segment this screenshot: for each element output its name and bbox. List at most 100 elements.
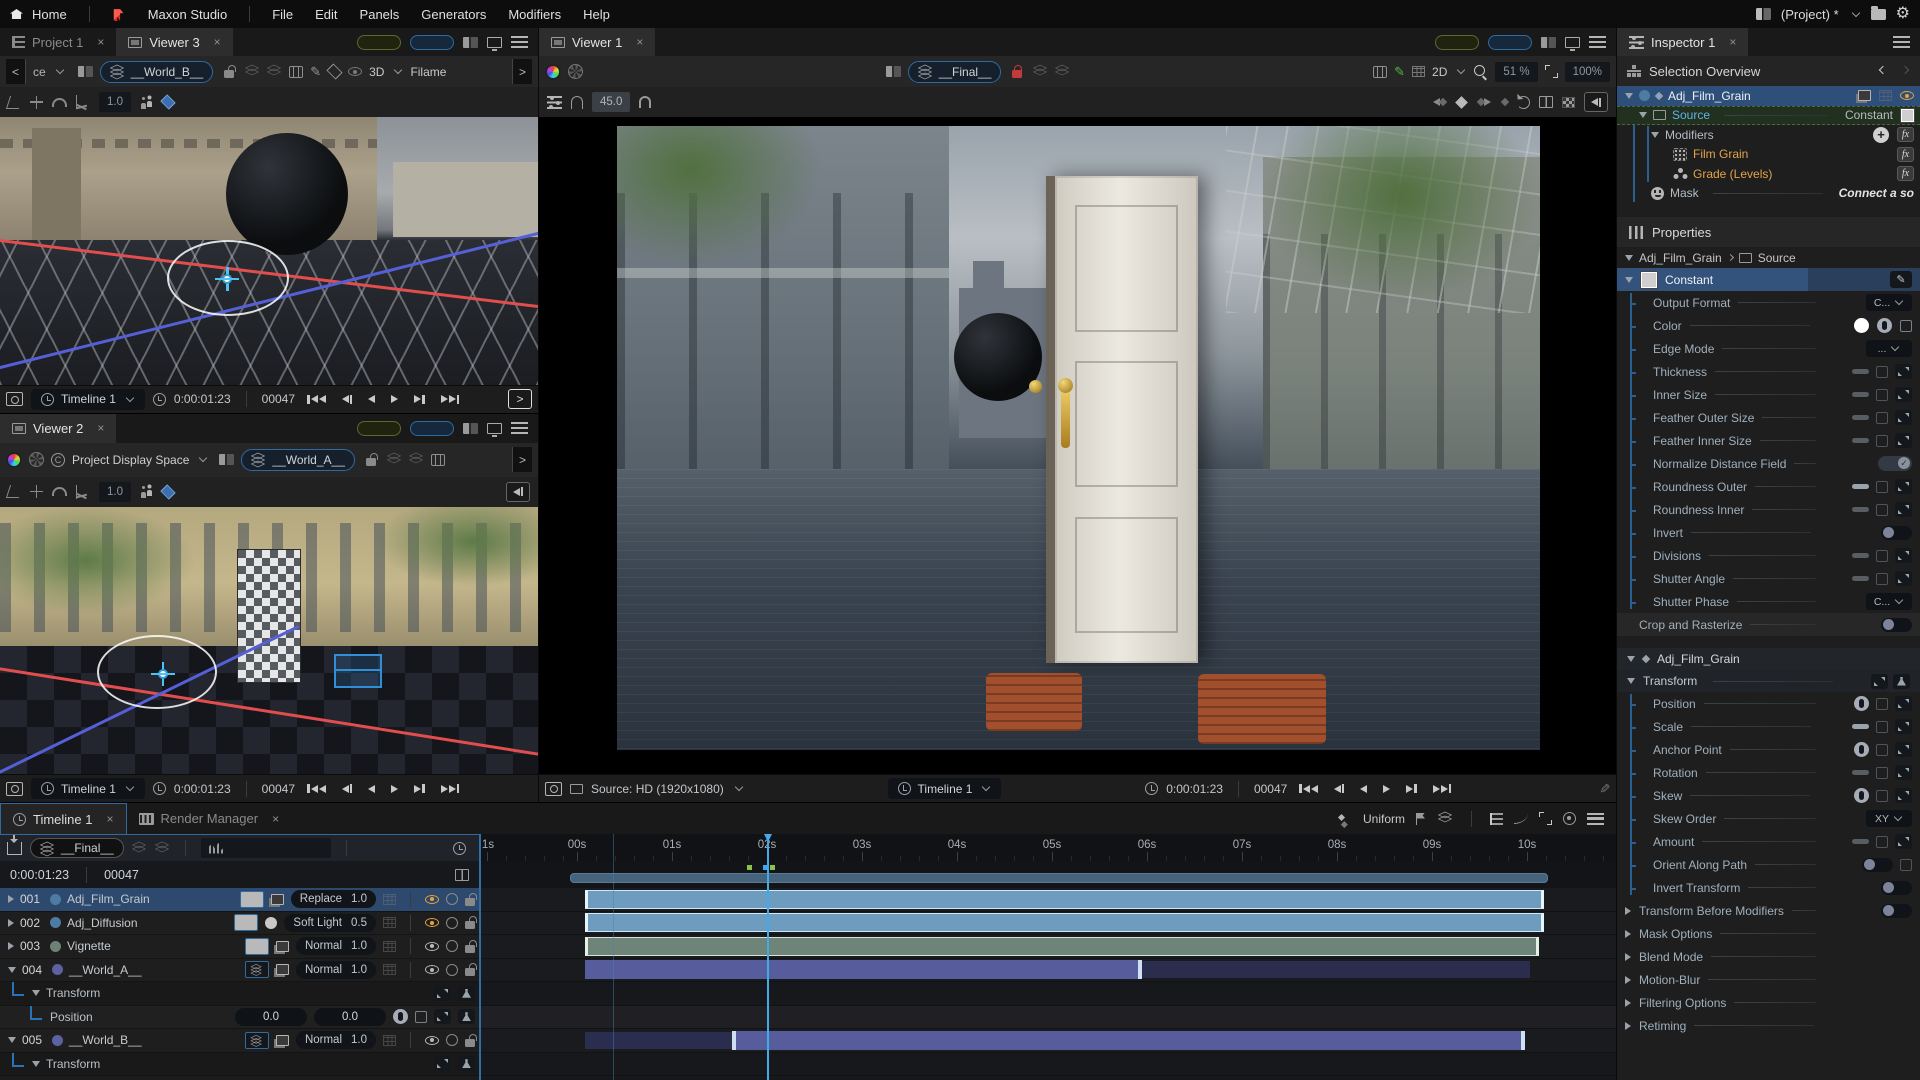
toggle-off[interactable] xyxy=(1881,617,1912,632)
play-backward-button[interactable] xyxy=(368,784,376,793)
add-modifier-button[interactable]: + xyxy=(1873,126,1889,143)
tab-viewer-3[interactable]: Viewer 3 × xyxy=(116,28,233,56)
fit-view-icon[interactable] xyxy=(1544,65,1558,78)
vector-controls[interactable] xyxy=(1854,788,1912,803)
blend-mode-select[interactable]: Normal 1.0 xyxy=(295,937,376,956)
transform-group-row[interactable]: Transform xyxy=(0,1052,479,1076)
reference-person-icon[interactable] xyxy=(140,485,153,498)
keyframe-icon[interactable] xyxy=(1455,95,1468,109)
clip-bar[interactable] xyxy=(584,960,1143,979)
position-widget-icon[interactable] xyxy=(393,1009,408,1025)
panel-menu-icon[interactable] xyxy=(511,36,528,48)
chevron-down-icon[interactable] xyxy=(1851,8,1860,17)
dissolve-icon[interactable] xyxy=(1562,96,1575,108)
property-row[interactable]: Blend Mode xyxy=(1617,945,1920,968)
caret-icon[interactable] xyxy=(1625,254,1633,261)
property-row[interactable]: Orient Along Path xyxy=(1617,853,1920,876)
toggle-off[interactable] xyxy=(1881,880,1912,895)
expand-panel-button[interactable]: > xyxy=(508,389,532,409)
layer-down-icon[interactable] xyxy=(154,841,170,855)
layer-down-icon[interactable] xyxy=(408,452,424,466)
property-row[interactable]: Position xyxy=(1617,692,1920,715)
frame-icon[interactable] xyxy=(430,453,445,466)
slider-controls[interactable] xyxy=(1852,433,1912,448)
playhead[interactable] xyxy=(767,834,769,1080)
import-icon[interactable] xyxy=(7,834,22,855)
panel-menu-icon[interactable] xyxy=(1893,36,1910,48)
slider[interactable] xyxy=(1852,438,1869,443)
caret-icon[interactable] xyxy=(1627,656,1635,662)
toggle-off[interactable] xyxy=(1881,903,1912,918)
clip-bar[interactable] xyxy=(584,913,1545,932)
layer-up-icon[interactable] xyxy=(386,452,402,466)
clip-bar[interactable] xyxy=(584,889,1545,909)
expression-button[interactable] xyxy=(1895,364,1912,379)
property-row[interactable]: Feather Outer Size xyxy=(1617,406,1920,429)
viewer1-layer-field[interactable]: __Final__ xyxy=(907,60,1002,83)
dropdown[interactable]: XY xyxy=(1866,810,1912,827)
interp-mode-label[interactable]: Uniform xyxy=(1363,812,1405,826)
keyframe-strip[interactable] xyxy=(481,861,1616,888)
position-widget-icon[interactable] xyxy=(1854,696,1869,711)
viewer2-timecode[interactable]: 0:00:01:23 xyxy=(174,782,231,796)
layer-down-icon[interactable] xyxy=(267,64,282,78)
motion-blur-icon[interactable] xyxy=(1879,90,1892,102)
property-row[interactable]: Invert Transform xyxy=(1617,876,1920,899)
caret-icon[interactable] xyxy=(1651,131,1659,138)
viewer2-frame[interactable]: 00047 xyxy=(262,782,295,796)
checkerboard-column[interactable] xyxy=(236,549,301,684)
position-y-field[interactable]: 0.0 xyxy=(314,1007,386,1026)
color-wheel-icon[interactable] xyxy=(545,63,561,80)
tree-node-modifiers[interactable]: Modifiers + fx xyxy=(1617,125,1920,145)
menu-app-title[interactable]: Maxon Studio xyxy=(137,7,239,22)
color-wheel-icon[interactable] xyxy=(6,451,22,468)
lane-world-a[interactable] xyxy=(481,958,1616,982)
blend-mode-select[interactable]: Normal 1.0 xyxy=(295,1031,376,1050)
layer-thumbnail[interactable] xyxy=(244,937,269,955)
viewer1-timecode[interactable]: 0:00:01:23 xyxy=(1166,782,1223,796)
experiment-button[interactable] xyxy=(1893,673,1910,689)
caret-icon[interactable] xyxy=(1639,112,1647,119)
lock-toggle[interactable] xyxy=(465,944,475,953)
nav-back-icon[interactable] xyxy=(1878,65,1888,74)
tab-project-1[interactable]: Project 1 × xyxy=(0,28,116,56)
menu-item[interactable]: Panels xyxy=(349,7,411,22)
slider[interactable] xyxy=(1852,507,1869,512)
keyframe-box[interactable] xyxy=(1876,766,1888,779)
next-keyframe-icon[interactable] xyxy=(1475,93,1493,111)
color-swatch[interactable] xyxy=(1854,318,1869,333)
keyframe-box[interactable] xyxy=(1876,572,1888,585)
visibility-toggle[interactable] xyxy=(1900,91,1914,101)
motion-blur-icon[interactable] xyxy=(383,940,396,952)
keyframe-pair-icon[interactable] xyxy=(1500,97,1510,107)
solo-toggle[interactable] xyxy=(446,916,458,929)
tree-node-source[interactable]: Source Constant xyxy=(1617,105,1920,125)
slider[interactable] xyxy=(1852,415,1869,420)
zoom-level-field[interactable]: 51 % xyxy=(1495,61,1538,82)
breadcrumb-node[interactable]: Adj_Film_Grain xyxy=(1639,251,1722,265)
menu-home[interactable]: Home xyxy=(32,7,78,22)
fx-toggle[interactable]: fx xyxy=(1897,127,1914,143)
locked-icon[interactable] xyxy=(1008,63,1026,81)
caret-icon[interactable] xyxy=(8,895,14,904)
skip-end-button[interactable] xyxy=(440,394,460,404)
property-row[interactable]: Skew Order XY xyxy=(1617,807,1920,830)
dropdown[interactable]: ... xyxy=(1866,340,1912,357)
caret-icon[interactable] xyxy=(1625,929,1631,938)
nav-forward-icon[interactable] xyxy=(1900,65,1910,74)
slider[interactable] xyxy=(1852,724,1869,729)
property-row[interactable]: Transform Before Modifiers xyxy=(1617,899,1920,922)
position-property-row[interactable]: Position 0.0 0.0 xyxy=(0,1005,479,1029)
keyframe-box[interactable] xyxy=(1900,858,1912,871)
experiment-button[interactable] xyxy=(458,985,475,1001)
keyframe-box[interactable] xyxy=(1876,434,1888,447)
tree-node-mask[interactable]: Mask Connect a so xyxy=(1617,184,1920,204)
keyframe-box[interactable] xyxy=(1876,789,1888,802)
frame-icon[interactable] xyxy=(1373,65,1388,78)
viewer3-timeline-select[interactable]: Timeline 1 xyxy=(31,388,145,410)
property-row[interactable]: Shutter Angle xyxy=(1617,567,1920,590)
slider[interactable] xyxy=(1852,576,1869,581)
keyframe-box[interactable] xyxy=(1876,503,1888,516)
expression-button[interactable] xyxy=(1871,673,1888,689)
fullscreen-icon[interactable] xyxy=(1539,812,1552,825)
